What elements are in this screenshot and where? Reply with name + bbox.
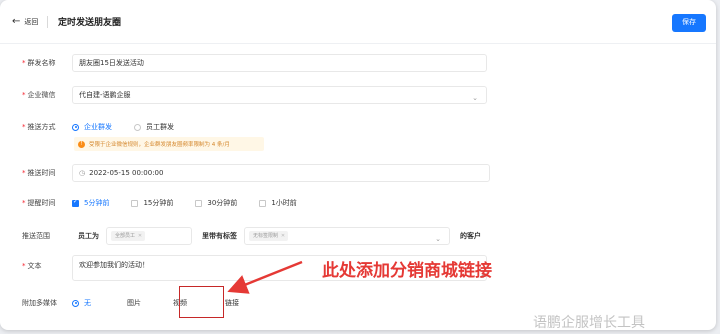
annotation-text: 此处添加分销商城链接 <box>322 261 492 281</box>
page-card: ← 返回 定时发送朋友圈 保存 * 群发名称 朋友圈15日发送活动 * 企业微信 代… <box>0 0 716 330</box>
watermark: 语鹏企服增长工具 <box>533 315 645 330</box>
